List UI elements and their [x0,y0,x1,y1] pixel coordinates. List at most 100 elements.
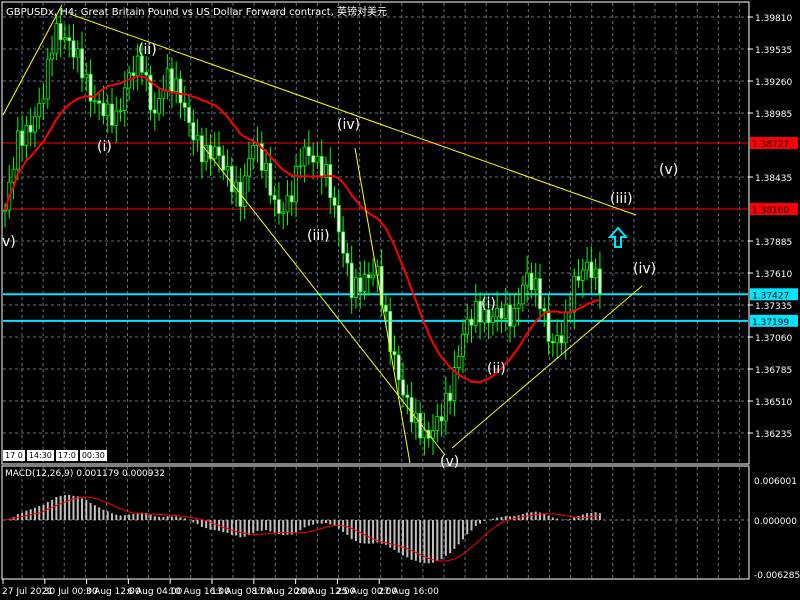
candle-body [341,231,346,254]
candle-body [319,156,324,178]
wave-label: (ii) [487,361,506,377]
candle-body [533,278,538,291]
y-tick-label: 1.38435 [755,174,792,184]
candle-body [199,135,204,163]
y-tick-label: 1.37335 [755,302,792,312]
y-tick-label: 1.37610 [755,270,792,280]
candle-body [152,109,157,114]
time-label: 14:30 [26,450,54,461]
candle-body [71,40,76,58]
y-tick-label: 1.37060 [755,334,792,344]
candle-body [281,211,286,214]
candle-body [431,430,435,439]
candle-body [461,333,465,357]
candle-body [546,310,551,342]
candle-body [105,103,110,117]
candle-body [354,277,358,298]
y-tick-label: 1.36235 [755,430,792,440]
x-tick-label: 27 Aug 16:00 [378,587,439,597]
candle-body [229,166,234,193]
candle-body [11,168,16,183]
horizontal-levels [3,142,748,322]
candle-body [328,164,333,198]
wave-label: (iv) [633,261,656,277]
candle-body [529,272,534,291]
candle-body [28,124,33,133]
candle-body [118,110,123,113]
candle-body [110,103,114,126]
time-label: 17 0 [3,450,25,461]
candle-body [443,392,448,422]
candle-body [217,146,221,157]
y-tick-label: 1.39810 [755,14,792,24]
candle-body [336,204,341,233]
moving-average-line [4,75,601,384]
candle-body [182,102,187,108]
candle-body [264,162,268,171]
candle-body [311,155,316,163]
candle-body [456,355,461,369]
macd-tick-label: 0.000000 [754,517,797,527]
candle-body [174,78,179,92]
price-level-label: 1.38727 [752,140,789,150]
candle-body [538,278,542,309]
price-chart[interactable]: v) (i) (ii) (iii) (iv) (v) (i) (ii) (iii) (iv) (v)… [0,0,800,600]
macd-tick-label: -0.006285 [754,571,800,581]
y-tick-label: 1.36510 [755,398,792,408]
candle-body [585,261,589,271]
candle-body [589,261,594,279]
candle-body [559,335,564,344]
candle-body [345,252,350,264]
candle-body [178,78,183,104]
wave-label: v) [2,234,16,250]
candle-body [384,304,388,312]
candle-body [418,412,423,439]
candle-body [67,37,72,42]
candle-body [165,68,170,91]
candle-body [289,195,294,203]
candle-body [225,166,230,171]
candle-body [285,195,290,213]
macd-label: MACD(12,26,9) 0.001179 0.000932 [5,469,165,479]
candle-body [272,194,277,201]
time-label: 00:30 [79,450,107,461]
candle-body [268,162,273,196]
candle-body [294,166,298,203]
candle-body [84,73,89,79]
wave-label: (i) [481,296,496,312]
candle-body [63,37,67,41]
candle-body [315,156,320,163]
candle-body [15,130,20,170]
macd-pane [8,494,601,564]
wave-label: (ii) [138,42,157,58]
wave-label: (iii) [307,228,330,244]
candle-body [277,199,281,214]
candle-body [131,72,136,77]
candle-body [362,274,367,292]
candle-body [251,145,256,160]
candle-body [512,307,517,327]
candle-body [242,175,247,207]
candle-body [247,158,251,177]
candle-body [135,55,140,77]
candle-body [525,272,530,286]
candle-body [516,303,521,309]
trend-line [201,144,446,456]
candle-body [80,48,84,79]
candles [3,6,602,456]
candle-body [508,304,512,327]
y-tick-label: 1.38985 [755,110,792,120]
time-box: 17 0 14:30 17:0 00:30 [3,450,107,461]
price-level-label: 1.38160 [752,206,789,216]
candle-body [195,135,200,141]
candle-body [122,87,127,112]
candle-body [465,318,470,335]
candle-body [204,144,209,163]
candle-body [54,23,59,54]
candle-body [392,351,397,356]
candle-body [212,146,217,160]
candle-body [598,268,602,295]
candle-body [101,102,106,117]
y-tick-label: 1.39260 [755,78,792,88]
candle-body [114,110,119,126]
